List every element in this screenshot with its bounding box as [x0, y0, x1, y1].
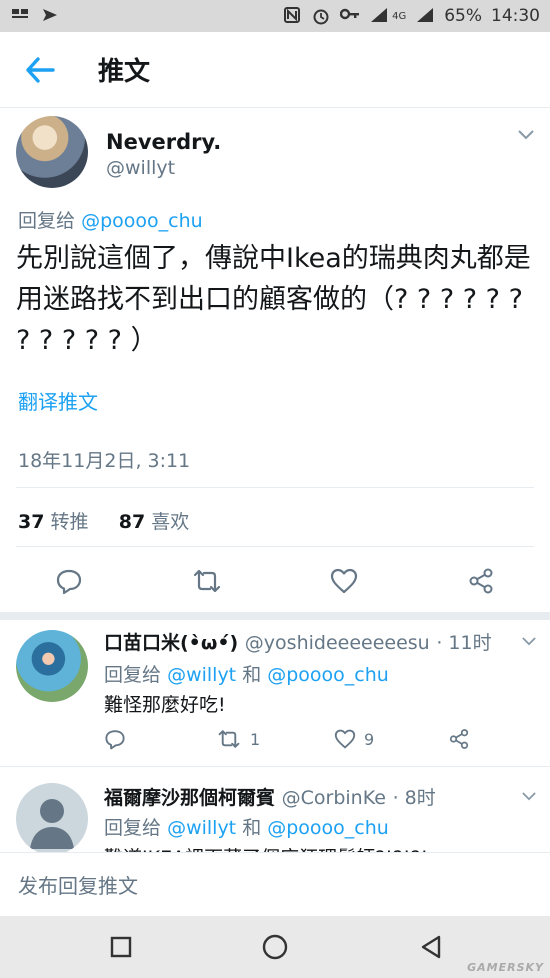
section-separator — [0, 612, 550, 620]
and-label: 和 — [242, 817, 262, 839]
reply-text: 難怪那麼好吃! — [104, 694, 226, 716]
reply-tweet[interactable]: 福爾摩沙那個柯爾賓 @CorbinKe · 8时 回复给 @willyt 和 @… — [0, 767, 550, 852]
mention-link[interactable]: @poooo_chu — [267, 664, 389, 686]
replying-label: 回复给 — [104, 664, 162, 686]
reply-compose-field[interactable]: 发布回复推文 — [0, 852, 550, 916]
and-label: 和 — [242, 664, 262, 686]
square-icon — [110, 936, 132, 958]
battery-level: 65% — [444, 6, 482, 26]
reply-time: · 8时 — [392, 787, 436, 809]
reply-author[interactable]: 口苗口米(•̀ω•́) @yoshideeeeeeesu · 11时 — [104, 628, 492, 655]
reply-menu-button[interactable] — [522, 789, 536, 805]
retweet-label: 转推 — [50, 511, 89, 533]
default-avatar-icon — [30, 799, 74, 849]
circle-icon — [262, 934, 288, 960]
retweet-count: 37 — [18, 511, 45, 533]
avatar[interactable] — [16, 630, 88, 702]
signal-2-icon — [415, 7, 435, 25]
reply-author-handle: @yoshideeeeeeesu — [244, 632, 430, 654]
tweet-actions — [0, 560, 550, 602]
retweet-icon — [193, 569, 221, 593]
like-label: 喜欢 — [151, 511, 190, 533]
compose-placeholder: 发布回复推文 — [18, 874, 138, 898]
heart-icon — [334, 729, 356, 749]
reply-author-name: 口苗口米(•̀ω•́) — [104, 632, 239, 654]
clock: 14:30 — [491, 6, 540, 26]
share-icon — [449, 729, 469, 749]
watermark: GAMERSKY — [467, 961, 544, 974]
reply-time: · 11时 — [436, 632, 492, 654]
reply-author-name: 福爾摩沙那個柯爾賓 — [104, 787, 276, 809]
reply-icon — [56, 569, 82, 595]
send-arrow-icon — [40, 7, 60, 25]
share-button[interactable] — [464, 564, 498, 598]
retweet-button[interactable] — [190, 564, 224, 598]
app-header: 推文 — [0, 32, 550, 108]
retweet-count: 1 — [250, 729, 261, 749]
key-icon — [339, 7, 360, 25]
recents-button[interactable] — [106, 932, 136, 962]
divider — [16, 487, 534, 488]
reply-button[interactable] — [52, 564, 86, 598]
replying-to: 回复给 @willyt 和 @poooo_chu — [104, 813, 389, 840]
tweet-text: 先別說這個了，傳說中Ikea的瑞典肉丸都是用迷路找不到出口的顧客做的（? ? ?… — [16, 243, 531, 356]
retweet-button[interactable]: 1 — [216, 724, 260, 754]
author-handle[interactable]: @willyt — [106, 157, 175, 179]
retweet-stat[interactable]: 37 转推 — [18, 511, 89, 533]
tweet-menu-button[interactable] — [518, 128, 534, 144]
replying-to: 回复给 @willyt 和 @poooo_chu — [104, 660, 389, 687]
reply-icon — [105, 730, 125, 750]
reply-menu-button[interactable] — [522, 634, 536, 650]
translate-tweet-link[interactable]: 翻译推文 — [18, 386, 98, 415]
replying-to: 回复给 @poooo_chu — [18, 206, 203, 233]
back-nav-button[interactable] — [416, 932, 446, 962]
home-button[interactable] — [260, 932, 290, 962]
chevron-down-icon — [522, 637, 536, 646]
author-name[interactable]: Neverdry. — [106, 130, 221, 154]
like-button[interactable]: 9 — [334, 724, 374, 754]
tweet-stats: 37 转推 87 喜欢 — [18, 507, 189, 534]
reply-author[interactable]: 福爾摩沙那個柯爾賓 @CorbinKe · 8时 — [104, 783, 436, 810]
like-stat[interactable]: 87 喜欢 — [119, 511, 190, 533]
share-icon — [469, 568, 493, 594]
replying-label: 回复给 — [104, 817, 162, 839]
page-title: 推文 — [98, 57, 151, 87]
reply-button[interactable] — [104, 724, 126, 754]
tweet-timestamp: 18年11月2日, 3:11 — [18, 450, 191, 472]
nfc-icon — [282, 7, 302, 25]
like-count: 87 — [118, 511, 146, 533]
heart-icon — [330, 568, 358, 594]
network-type: 4G — [392, 10, 407, 22]
avatar[interactable] — [16, 783, 88, 852]
chevron-down-icon — [518, 130, 534, 140]
share-button[interactable] — [448, 724, 470, 754]
mention-link[interactable]: @willyt — [167, 817, 236, 839]
signal-icon — [369, 7, 389, 25]
triangle-back-icon — [421, 935, 441, 959]
status-bar: 4G 65% 14:30 — [0, 0, 550, 32]
system-nav-bar: GAMERSKY — [0, 916, 550, 978]
reply-author-handle: @CorbinKe — [281, 787, 386, 809]
mention-link[interactable]: @poooo_chu — [267, 817, 389, 839]
reply-actions: 1 9 — [104, 724, 504, 754]
back-arrow-icon — [26, 56, 55, 83]
avatar[interactable] — [16, 116, 88, 188]
notification-flag-icon — [10, 7, 30, 25]
chevron-down-icon — [522, 792, 536, 801]
like-count: 9 — [364, 729, 375, 749]
mention-link[interactable]: @poooo_chu — [81, 210, 203, 232]
back-button[interactable] — [0, 32, 80, 108]
mention-link[interactable]: @willyt — [167, 664, 236, 686]
replying-label: 回复给 — [18, 210, 76, 232]
like-button[interactable] — [327, 564, 361, 598]
reply-tweet[interactable]: 口苗口米(•̀ω•́) @yoshideeeeeeesu · 11时 回复给 @… — [0, 620, 550, 766]
divider — [16, 546, 534, 547]
alarm-icon — [311, 7, 331, 25]
retweet-icon — [218, 730, 240, 748]
reply-text: 難道IKEA裡面藏了個麻狂理髮師?!?!?! — [104, 843, 428, 852]
